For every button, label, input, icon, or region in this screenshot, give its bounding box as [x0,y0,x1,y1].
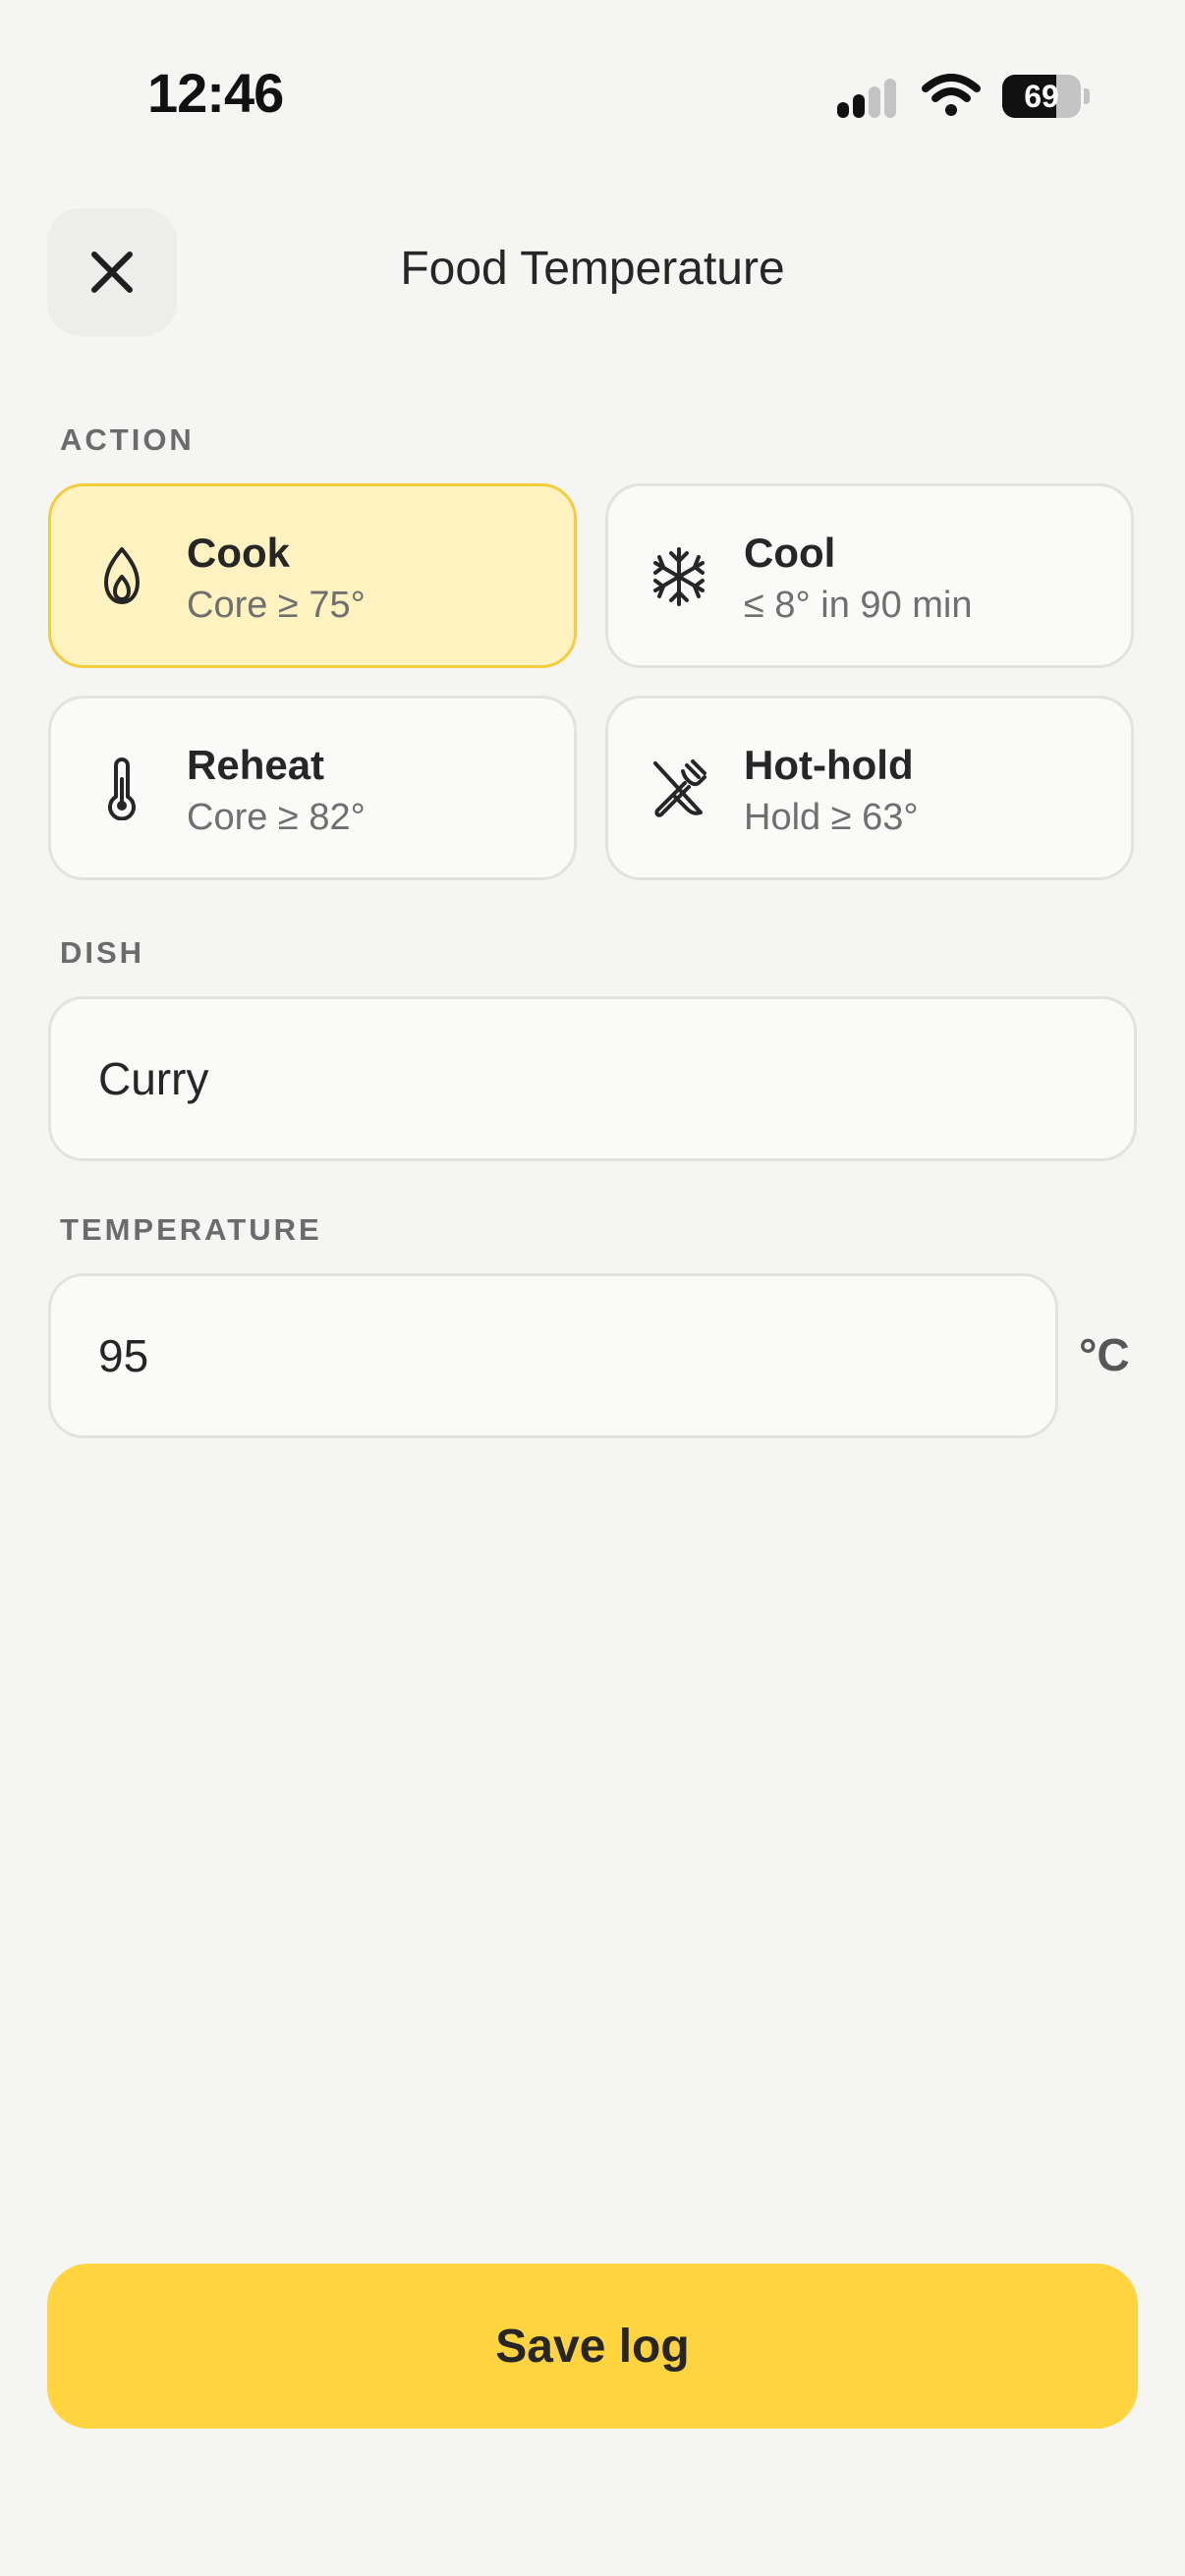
action-option-cool[interactable]: Cool ≤ 8° in 90 min [605,483,1134,668]
battery-level: 69 [1024,79,1059,114]
utensils-icon [653,759,706,817]
action-option-cook[interactable]: Cook Core ≥ 75° [48,483,577,668]
temperature-unit: °C [1079,1329,1130,1380]
cellular-signal-icon [837,79,896,118]
temperature-section-label: TEMPERATURE [60,1212,322,1247]
battery-icon: 69 [1002,75,1091,118]
dish-input[interactable]: Curry [48,996,1137,1161]
action-option-subtitle: Hold ≥ 63° [744,797,919,838]
action-option-hot-hold[interactable]: Hot-hold Hold ≥ 63° [605,696,1134,880]
action-option-subtitle: Core ≥ 82° [187,797,366,838]
temperature-input-value: 95 [98,1330,149,1381]
action-option-title: Cook [187,530,290,576]
action-option-title: Cool [744,530,836,576]
thermometer-icon [108,757,136,820]
action-option-title: Reheat [187,742,325,788]
temperature-input[interactable]: 95 [48,1273,1058,1438]
status-bar: 12:46 69 [0,0,1185,187]
wifi-icon [922,74,981,116]
snowflake-icon [653,547,705,606]
page-title: Food Temperature [400,243,785,295]
action-section-label: ACTION [60,422,195,457]
action-option-title: Hot-hold [744,742,914,788]
action-option-reheat[interactable]: Reheat Core ≥ 82° [48,696,577,880]
flame-icon [104,547,140,604]
status-time: 12:46 [147,62,284,124]
action-option-subtitle: Core ≥ 75° [187,585,366,626]
dish-input-value: Curry [98,1053,209,1104]
dish-section-label: DISH [60,935,145,970]
action-option-subtitle: ≤ 8° in 90 min [744,585,973,626]
save-log-button[interactable]: Save log [47,2264,1138,2429]
save-button-label: Save log [495,2320,690,2373]
